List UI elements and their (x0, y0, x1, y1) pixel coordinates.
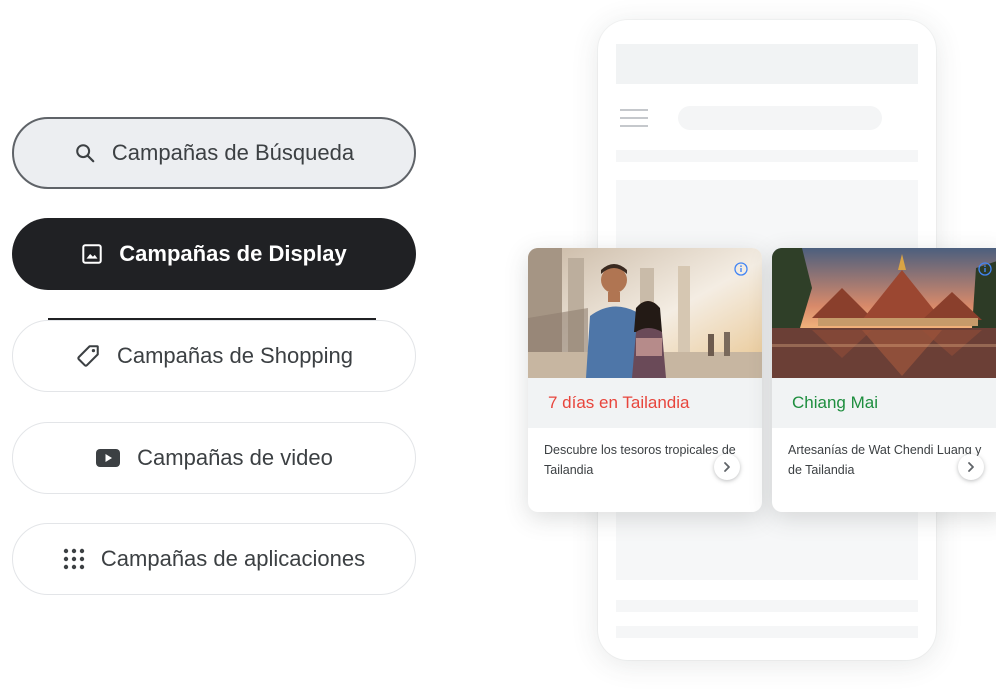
ad-image-travelers-temple (528, 248, 762, 378)
info-icon[interactable] (978, 262, 992, 276)
video-campaigns-button[interactable]: Campañas de video (12, 422, 416, 494)
youtube-icon (95, 448, 121, 468)
display-ad-card[interactable]: 7 días en Tailandia Descubre los tesoros… (528, 248, 762, 512)
placeholder-search-bar (678, 106, 882, 130)
hamburger-menu-icon (620, 109, 648, 127)
app-campaigns-label: Campañas de aplicaciones (100, 546, 366, 571)
shopping-campaigns-label: Campañas de Shopping (116, 343, 354, 368)
placeholder-line (616, 600, 918, 612)
placeholder-line (616, 626, 918, 638)
display-ad-card[interactable]: Chiang Mai Artesanías de Wat Chendi Luan… (772, 248, 996, 512)
campaign-types-illustration: Campañas de Búsqueda Campañas de Display… (0, 0, 996, 694)
display-campaigns-label: Campañas de Display (119, 241, 347, 266)
info-icon[interactable] (734, 262, 748, 276)
search-campaigns-label: Campañas de Búsqueda (111, 140, 355, 165)
ad-image-chiang-mai-temple (772, 248, 996, 378)
app-campaigns-button[interactable]: Campañas de aplicaciones (12, 523, 416, 595)
chevron-right-icon[interactable] (958, 454, 984, 480)
grid-dots-icon (63, 548, 85, 570)
placeholder-line (616, 150, 918, 162)
ad-description: Artesanías de Wat Chendi Luang y de Tail… (788, 443, 982, 477)
search-icon (74, 142, 96, 164)
chevron-right-icon[interactable] (714, 454, 740, 480)
image-icon (81, 243, 103, 265)
video-campaigns-label: Campañas de video (137, 445, 333, 470)
search-campaigns-button[interactable]: Campañas de Búsqueda (12, 117, 416, 189)
ad-headline[interactable]: Chiang Mai (772, 378, 996, 428)
tag-icon (75, 343, 101, 369)
display-campaigns-button[interactable]: Campañas de Display (12, 218, 416, 290)
shopping-campaigns-button[interactable]: Campañas de Shopping (12, 320, 416, 392)
placeholder-header (616, 44, 918, 84)
ad-description: Descubre los tesoros tropicales de Taila… (544, 443, 736, 477)
ad-headline[interactable]: 7 días en Tailandia (528, 378, 762, 428)
